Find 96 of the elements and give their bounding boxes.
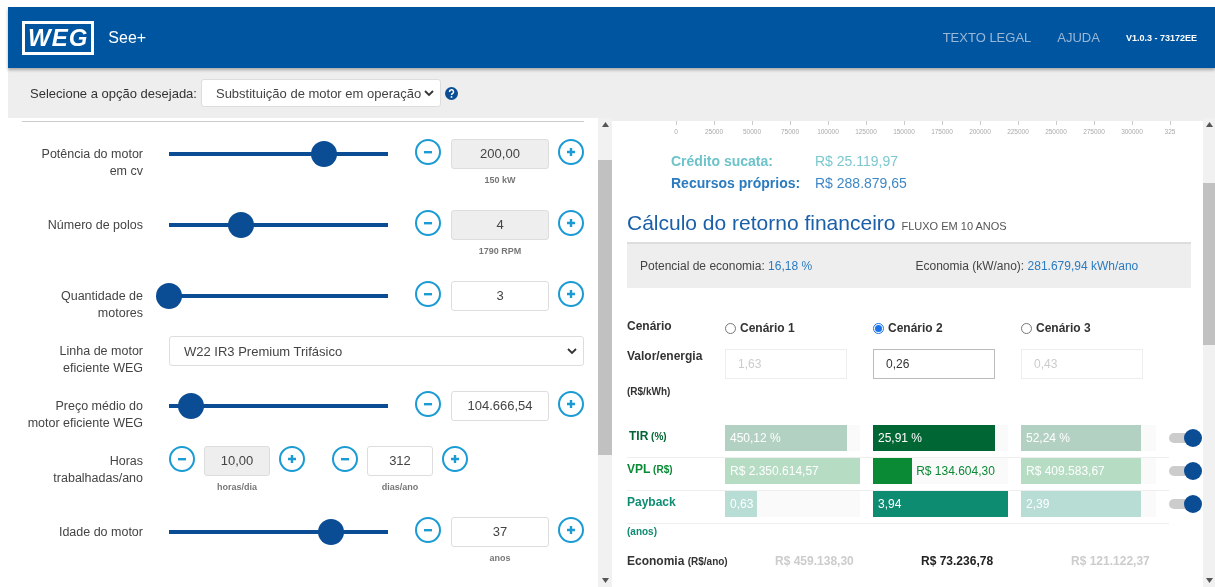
energy-label: Valor/energia [627,349,704,365]
option-select[interactable]: Substituição de motor em operação [200,79,441,107]
value-field[interactable]: 37 [451,517,549,547]
plus-icon [565,146,577,158]
nav-link[interactable]: AJUDA [1057,30,1100,45]
economy-label: Economia [627,554,686,568]
value-field[interactable]: 312 [367,446,433,476]
result-value: 0,63 [730,496,754,513]
section-title: Cálculo do retorno financeiro [627,211,896,235]
funding-value: R$ 288.879,65 [815,175,908,191]
toggle-switch[interactable] [1169,462,1202,480]
scrollbar[interactable] [1203,118,1215,587]
section-subtitle: FLUXO EM 10 ANOS [901,220,1007,232]
plus-icon [286,453,298,465]
field-label: Número de polos [46,217,143,234]
logo: WEG [22,20,95,55]
scenario-radio[interactable]: Cenário 3 [1021,319,1169,337]
slider-thumb[interactable] [177,393,204,419]
result-value: 450,12 % [730,430,781,447]
minus-button[interactable] [332,446,358,472]
plus-button[interactable] [442,446,468,472]
minus-button[interactable] [415,281,441,307]
funding-label: Crédito sucata: [671,153,774,169]
unit-label: (R$/kWh) [627,386,671,397]
field-label: Linha de motor eficiente WEG [58,343,143,377]
chevron-down-icon [423,89,434,97]
toggle-switch[interactable] [1169,495,1202,513]
slider[interactable] [156,281,388,311]
result-value: 52,24 % [1026,430,1071,447]
help-icon[interactable] [444,86,458,100]
version-label: V1.0.3 - 73172EE [1125,32,1197,43]
metric-label: TIR [629,429,649,443]
app-name: See+ [108,28,148,47]
plus-button[interactable] [558,210,584,236]
plus-button[interactable] [558,517,584,543]
field-label: Potência do motor em cv [40,146,143,180]
option-label: Selecione a opção desejada: [30,85,197,101]
scroll-down-icon[interactable] [1205,578,1213,583]
minus-button[interactable] [415,391,441,417]
summary-label: Potencial de economia: [640,259,766,273]
plus-icon [565,288,577,300]
unit-label: horas/dia [217,482,257,492]
minus-button[interactable] [415,517,441,543]
funding-value: R$ 25.119,97 [815,153,900,169]
chevron-down-icon [567,347,577,355]
slider-thumb[interactable] [156,283,182,309]
unit-label: (R$) [652,464,673,475]
summary-label: Economia (kW/ano): [915,259,1026,273]
field-label: Preço médio do motor eficiente WEG [26,398,143,432]
result-value: R$ 134.604,30 [916,463,995,480]
unit-label: (anos) [627,526,657,537]
energy-field[interactable]: 0,26 [873,349,995,379]
minus-button[interactable] [415,139,441,165]
unit-label: dias/ano [381,482,419,492]
summary-value: 281.679,94 kWh/ano [1027,259,1139,273]
minus-button[interactable] [169,446,195,472]
result-value: R$ 2.350.614,57 [730,463,819,480]
unit-label: anos [489,553,511,563]
value-field[interactable]: 3 [451,281,549,311]
result-value: 3,94 [878,496,902,513]
plus-button[interactable] [558,281,584,307]
plus-icon [565,524,577,536]
unit-label: 1790 RPM [478,246,522,256]
field-label: Quantidade de motores [60,288,143,322]
scrollbar[interactable] [598,118,612,587]
summary-value: 16,18 % [768,259,813,273]
metric-label: VPL [627,462,651,476]
toggle-switch[interactable] [1169,429,1202,447]
scroll-up-icon[interactable] [1205,122,1213,127]
minus-button[interactable] [415,210,441,236]
field-label: Idade do motor [57,524,143,541]
plus-icon [565,398,577,410]
plus-button[interactable] [279,446,305,472]
unit-label: 150 kW [484,175,516,185]
scroll-down-icon[interactable] [601,578,609,583]
result-value: R$ 409.583,67 [1026,463,1105,480]
plus-icon [565,217,577,229]
result-value: 2,39 [1026,496,1050,513]
field-label: Horas trabalhadas/ano [52,453,143,487]
motor-line-select[interactable]: W22 IR3 Premium Trifásico [169,336,584,366]
scroll-up-icon[interactable] [601,122,609,127]
scenario-radio[interactable]: Cenário 1 [725,319,873,337]
plus-button[interactable] [558,139,584,165]
unit-label: (R$/ano) [687,556,728,567]
scenario-radio[interactable]: Cenário 2 [873,319,1021,337]
funding-label: Recursos próprios: [671,175,802,191]
economy-value: R$ 73.236,78 [920,554,994,568]
value-field[interactable]: 104.666,54 [451,391,549,421]
unit-label: (%) [650,431,667,442]
metric-label: Payback [627,495,676,509]
scenario-header: Cenário [627,319,673,335]
slider-thumb[interactable] [318,519,345,545]
result-value: 25,91 % [878,430,923,447]
plus-button[interactable] [558,391,584,417]
plus-icon [449,453,461,465]
nav-link[interactable]: TEXTO LEGAL [942,30,1032,45]
